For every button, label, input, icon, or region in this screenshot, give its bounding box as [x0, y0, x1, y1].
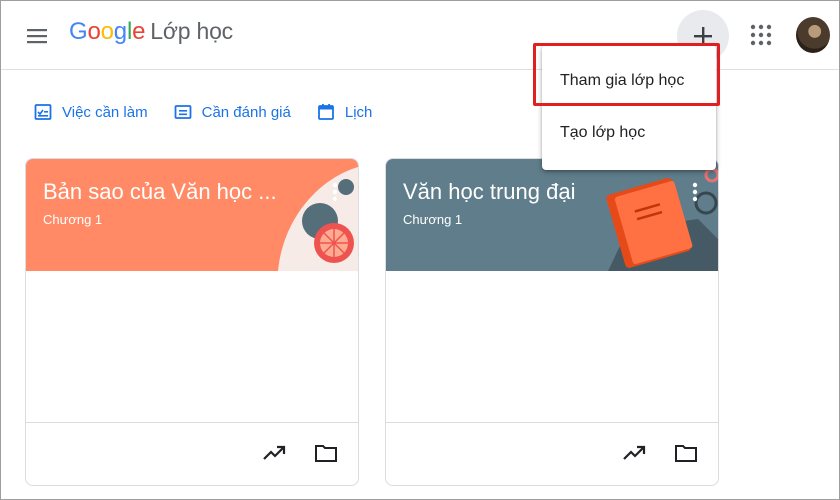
logo-letter: e [132, 18, 146, 45]
class-card[interactable]: Văn học trung đại Chương 1 [385, 158, 719, 486]
product-name: Lớp học [150, 18, 233, 44]
folder-icon[interactable] [314, 443, 338, 463]
vertical-dots-icon[interactable] [690, 181, 700, 203]
hamburger-menu-icon [27, 29, 47, 44]
card-banner[interactable]: Văn học trung đại Chương 1 [386, 159, 718, 271]
card-title[interactable]: Bản sao của Văn học ... [43, 179, 277, 205]
sub-navigation: Việc cần làm Cần đánh giá Lịch [34, 103, 398, 121]
calendar-link[interactable]: Lịch [317, 103, 373, 121]
card-section[interactable]: Chương 1 [403, 212, 462, 227]
card-footer [386, 422, 718, 485]
card-section[interactable]: Chương 1 [43, 212, 102, 227]
inbox-icon [174, 105, 192, 119]
calendar-label: Lịch [344, 103, 373, 121]
todo-link[interactable]: Việc cần làm [34, 103, 148, 121]
folder-icon[interactable] [674, 443, 698, 463]
trending-up-icon[interactable] [622, 443, 646, 463]
highlight-box [533, 43, 720, 106]
logo-letter: g [113, 18, 127, 45]
calendar-icon [317, 104, 334, 120]
grid-apps-icon [750, 24, 772, 46]
checklist-icon [34, 104, 52, 120]
banner-illustration [606, 167, 718, 271]
google-apps-button[interactable] [749, 23, 773, 47]
card-footer [26, 422, 358, 485]
vertical-dots-icon[interactable] [330, 181, 340, 203]
card-banner[interactable]: Bản sao của Văn học ... Chương 1 [26, 159, 358, 271]
logo-letter: o [100, 18, 114, 45]
logo-letter: o [87, 18, 101, 45]
create-class-menu-item[interactable]: Tạo lớp học [542, 113, 716, 153]
class-card[interactable]: Bản sao của Văn học ... Chương 1 [25, 158, 359, 486]
banner-illustration [278, 167, 358, 271]
app-logo[interactable]: Google Lớp học [69, 18, 233, 52]
trending-up-icon[interactable] [262, 443, 286, 463]
card-title[interactable]: Văn học trung đại [403, 179, 575, 205]
logo-letter: G [69, 18, 88, 45]
user-avatar[interactable] [796, 17, 830, 53]
main-menu-button[interactable] [23, 22, 51, 50]
review-label: Cần đánh giá [201, 103, 291, 121]
review-link[interactable]: Cần đánh giá [174, 103, 291, 121]
todo-label: Việc cần làm [62, 103, 148, 121]
